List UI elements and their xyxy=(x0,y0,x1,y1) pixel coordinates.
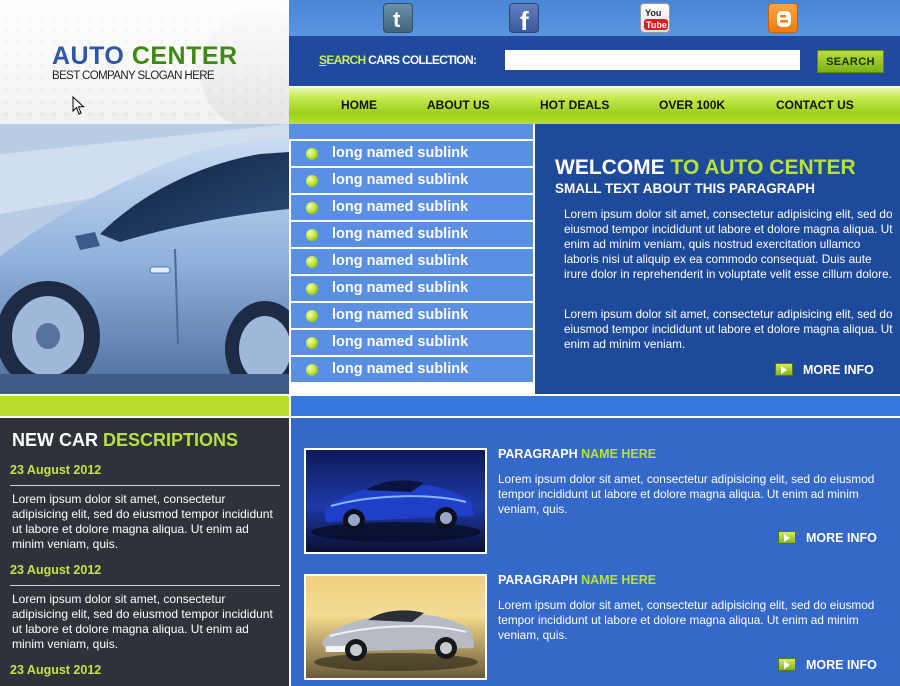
search-button[interactable]: SEARCH xyxy=(817,50,884,73)
sublink-item[interactable]: long named sublink xyxy=(291,168,533,193)
paragraph-title: PARAGRAPH NAME HERE xyxy=(498,447,656,461)
bullet-icon xyxy=(306,148,318,160)
svg-text:Tube: Tube xyxy=(646,20,667,30)
arrow-right-icon xyxy=(778,658,796,672)
paragraph-text: Lorem ipsum dolor sit amet, consectetur … xyxy=(498,598,875,642)
news-title-accent: DESCRIPTIONS xyxy=(103,430,239,450)
search-label-accent: EARCH xyxy=(326,53,366,67)
blue-divider xyxy=(291,396,900,416)
welcome-title: WELCOME TO AUTO CENTER xyxy=(555,156,856,180)
green-divider xyxy=(0,396,289,416)
more-info-label: MORE INFO xyxy=(806,657,877,672)
nav-home[interactable]: HOME xyxy=(341,98,377,112)
bullet-icon xyxy=(306,256,318,268)
blogger-icon[interactable] xyxy=(768,3,798,33)
news-date: 23 August 2012 xyxy=(10,663,102,677)
sublink-label: long named sublink xyxy=(332,307,469,323)
sublink-item[interactable]: long named sublink xyxy=(291,195,533,220)
welcome-more-info-link[interactable]: MORE INFO xyxy=(775,361,874,377)
svg-text:t: t xyxy=(393,7,401,32)
facebook-icon[interactable]: f xyxy=(509,3,539,36)
sublink-label: long named sublink xyxy=(332,280,469,296)
sublink-item[interactable]: long named sublink xyxy=(291,276,533,301)
search-label-tail: CARS COLLECTION: xyxy=(365,53,477,67)
sublink-item[interactable]: long named sublink xyxy=(291,222,533,247)
bullet-icon xyxy=(306,283,318,295)
news-divider xyxy=(10,485,280,486)
social-bar: t f You Tube xyxy=(289,0,900,36)
search-input[interactable] xyxy=(505,50,800,70)
welcome-paragraph: Lorem ipsum dolor sit amet, consectetur … xyxy=(564,207,893,281)
sublink-item[interactable]: long named sublink xyxy=(291,330,533,355)
mouse-cursor-icon xyxy=(72,96,85,115)
bullet-icon xyxy=(306,202,318,214)
sublink-label: long named sublink xyxy=(332,253,469,269)
more-info-link[interactable]: MORE INFO xyxy=(778,656,877,674)
news-date: 23 August 2012 xyxy=(10,463,102,477)
sublink-label: long named sublink xyxy=(332,334,469,350)
news-title-white: NEW CAR xyxy=(12,430,103,450)
car-thumbnail-blue-roadster[interactable] xyxy=(304,448,487,554)
bullet-icon xyxy=(306,229,318,241)
svg-text:You: You xyxy=(645,8,661,18)
search-bar: SEARCH CARS COLLECTION: SEARCH xyxy=(289,36,900,86)
paragraph-text: Lorem ipsum dolor sit amet, consectetur … xyxy=(498,472,875,516)
sublink-item[interactable]: long named sublink xyxy=(291,357,533,382)
sublinks-top-strip xyxy=(289,124,533,139)
sublink-label: long named sublink xyxy=(332,145,469,161)
sublink-item[interactable]: long named sublink xyxy=(291,141,533,166)
sublink-label: long named sublink xyxy=(332,226,469,242)
sublink-label: long named sublink xyxy=(332,199,469,215)
search-label: SEARCH CARS COLLECTION: xyxy=(319,53,477,67)
logo-word-auto: AUTO xyxy=(52,42,125,70)
content-column: PARAGRAPH NAME HERE Lorem ipsum dolor si… xyxy=(291,418,900,686)
sidebar-sublinks: long named sublink long named sublink lo… xyxy=(289,124,535,394)
logo-word-center: CENTER xyxy=(131,42,238,70)
welcome-title-accent: TO AUTO CENTER xyxy=(670,156,856,179)
news-column: NEW CAR DESCRIPTIONS 23 August 2012 Lore… xyxy=(0,418,289,686)
bullet-icon xyxy=(306,364,318,376)
hero-car-image xyxy=(0,124,289,394)
bullet-icon xyxy=(306,337,318,349)
more-info-link[interactable]: MORE INFO xyxy=(778,529,877,547)
paragraph-title-white: PARAGRAPH xyxy=(498,447,582,461)
sublink-label: long named sublink xyxy=(332,172,469,188)
main-nav: HOME ABOUT US HOT DEALS OVER 100K CONTAC… xyxy=(289,86,900,124)
company-slogan: BEST COMPANY SLOGAN HERE xyxy=(52,70,215,82)
nav-contact-us[interactable]: CONTACT US xyxy=(776,98,854,112)
bullet-icon xyxy=(306,310,318,322)
welcome-subtitle: SMALL TEXT ABOUT THIS PARAGRAPH xyxy=(555,181,816,196)
sublink-label: long named sublink xyxy=(332,361,469,377)
twitter-icon[interactable]: t xyxy=(383,3,413,33)
sublink-item[interactable]: long named sublink xyxy=(291,303,533,328)
arrow-right-icon xyxy=(775,363,793,377)
nav-over-100k[interactable]: OVER 100K xyxy=(659,98,725,112)
logo-area: AUTO CENTER BEST COMPANY SLOGAN HERE xyxy=(0,0,289,124)
news-date: 23 August 2012 xyxy=(10,563,102,577)
news-divider xyxy=(10,585,280,586)
news-text: Lorem ipsum dolor sit amet, consectetur … xyxy=(12,592,273,651)
arrow-right-icon xyxy=(778,531,796,545)
welcome-panel: WELCOME TO AUTO CENTER SMALL TEXT ABOUT … xyxy=(535,124,900,394)
nav-about-us[interactable]: ABOUT US xyxy=(427,98,490,112)
svg-text:f: f xyxy=(520,6,529,34)
sublink-item[interactable]: long named sublink xyxy=(291,249,533,274)
paragraph-title-white: PARAGRAPH xyxy=(498,573,582,587)
paragraph-title: PARAGRAPH NAME HERE xyxy=(498,573,656,587)
more-info-label: MORE INFO xyxy=(806,530,877,545)
welcome-paragraph: Lorem ipsum dolor sit amet, consectetur … xyxy=(564,307,893,351)
welcome-title-white: WELCOME xyxy=(555,156,671,179)
news-title: NEW CAR DESCRIPTIONS xyxy=(12,430,238,451)
logo-title[interactable]: AUTO CENTER xyxy=(52,42,238,71)
car-thumbnail-silver-roadster[interactable] xyxy=(304,574,487,680)
more-info-label: MORE INFO xyxy=(803,362,874,377)
bullet-icon xyxy=(306,175,318,187)
nav-hot-deals[interactable]: HOT DEALS xyxy=(540,98,609,112)
news-text: Lorem ipsum dolor sit amet, consectetur … xyxy=(12,492,273,551)
paragraph-title-accent: NAME HERE xyxy=(581,447,657,461)
paragraph-title-accent: NAME HERE xyxy=(581,573,657,587)
youtube-icon[interactable]: You Tube xyxy=(640,3,670,33)
